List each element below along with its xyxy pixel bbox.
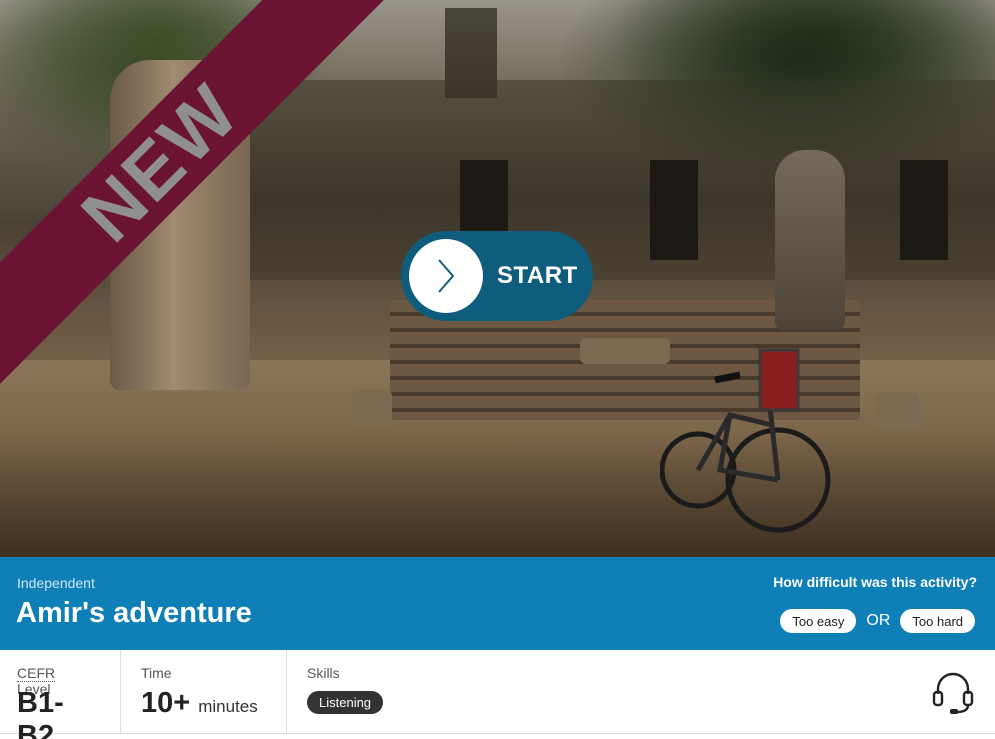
guardian-statue (775, 150, 845, 330)
stone-block (875, 392, 919, 430)
difficulty-question: How difficult was this activity? (773, 574, 977, 590)
time-value: 10+ (141, 687, 191, 719)
or-separator: OR (866, 612, 891, 629)
difficulty-options: Too easy OR Too hard (780, 609, 975, 633)
ground-shade (0, 430, 995, 557)
temple-tower (445, 8, 497, 98)
start-label: START (497, 262, 578, 289)
stone-block (580, 338, 670, 364)
time-value-row: 10+ minutes (141, 687, 258, 720)
activity-stats: CEFR Level B1-B2 Time 10+ minutes Skills … (0, 650, 995, 739)
skills-label: Skills (307, 665, 340, 681)
stone-block (352, 390, 392, 426)
level-tag: Independent (17, 575, 95, 591)
activity-title: Amir's adventure (16, 597, 252, 629)
time-label: Time (141, 665, 172, 681)
chevron-right-icon (438, 259, 455, 293)
hero-image: NEW START (0, 0, 995, 557)
bicycle (660, 348, 831, 533)
too-easy-button[interactable]: Too easy (780, 609, 857, 633)
temple-doorway (900, 160, 948, 260)
start-button[interactable]: START (401, 231, 593, 321)
stat-divider (286, 650, 287, 734)
skill-badge: Listening (307, 691, 384, 714)
stat-divider (120, 650, 121, 734)
too-hard-button[interactable]: Too hard (900, 609, 975, 633)
start-circle (409, 239, 483, 313)
activity-info-band: Independent Amir's adventure How difficu… (0, 557, 995, 650)
time-unit: minutes (198, 697, 258, 716)
cefr-value: B1-B2 (17, 687, 64, 739)
cefr-abbr: CEFR (17, 665, 56, 682)
temple-doorway (650, 160, 698, 260)
headset-icon (932, 672, 974, 714)
